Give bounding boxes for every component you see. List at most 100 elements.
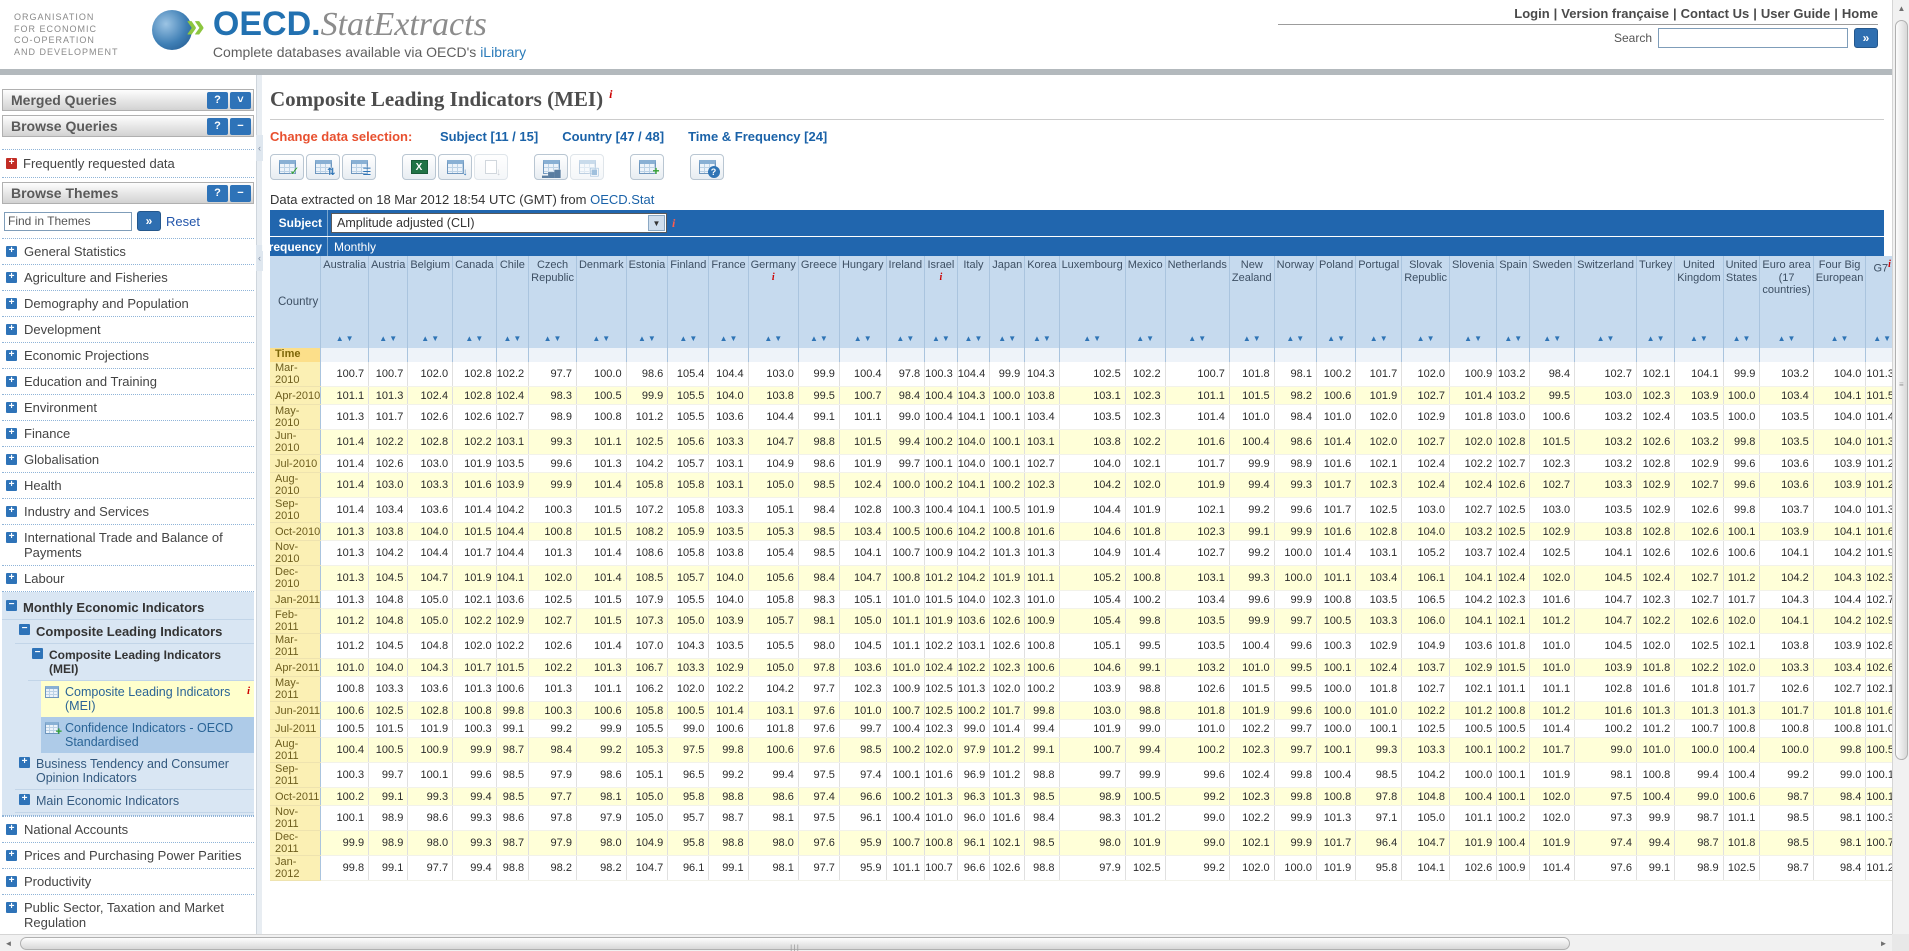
collapse-minus-icon[interactable]: − bbox=[19, 624, 30, 635]
browse-themes-collapse-button[interactable]: − bbox=[230, 185, 251, 202]
nav-link-user-guide[interactable]: User Guide bbox=[1761, 6, 1830, 21]
col-header-g7[interactable]: G7i bbox=[1866, 256, 1892, 328]
col-header-turkey[interactable]: Turkey bbox=[1636, 256, 1674, 328]
sidebar-item-public-sector-taxation-and-market-regulation[interactable]: +Public Sector, Taxation and Market Regu… bbox=[2, 895, 254, 934]
sidebar-item-health[interactable]: +Health bbox=[2, 473, 254, 499]
horizontal-scrollbar-thumb[interactable]: ||| bbox=[20, 937, 1570, 950]
sort-ascending-button[interactable]: ▲ bbox=[1689, 334, 1699, 343]
merged-queries-expand-button[interactable]: ˅ bbox=[230, 92, 251, 109]
sort-descending-button[interactable]: ▼ bbox=[388, 334, 398, 343]
info-icon[interactable]: i bbox=[772, 272, 775, 283]
horizontal-scrollbar[interactable]: ◄ ||| ► bbox=[0, 934, 1892, 951]
business-tendency-label[interactable]: Business Tendency and Consumer Opinion I… bbox=[36, 757, 250, 785]
sort-descending-button[interactable]: ▼ bbox=[905, 334, 915, 343]
col-header-canada[interactable]: Canada bbox=[453, 256, 497, 328]
expand-plus-icon[interactable]: + bbox=[6, 824, 17, 835]
col-header-slovak-republic[interactable]: Slovak Republic bbox=[1402, 256, 1450, 328]
nav-link-contact-us[interactable]: Contact Us bbox=[1681, 6, 1750, 21]
search-go-button[interactable]: » bbox=[1854, 28, 1878, 48]
subject-select[interactable]: Amplitude adjusted (CLI) ▼ bbox=[331, 213, 667, 233]
dropdown-arrow-icon[interactable]: ▼ bbox=[648, 215, 665, 231]
table-help-button[interactable]: ? bbox=[690, 154, 724, 180]
sort-descending-button[interactable]: ▼ bbox=[512, 334, 522, 343]
selection-link-country[interactable]: Country [47 / 48] bbox=[562, 129, 664, 144]
sort-ascending-button[interactable]: ▲ bbox=[1646, 334, 1656, 343]
sidebar-item-environment[interactable]: +Environment bbox=[2, 395, 254, 421]
browse-themes-help-button[interactable]: ? bbox=[207, 185, 228, 202]
sidebar-item-industry-and-services[interactable]: +Industry and Services bbox=[2, 499, 254, 525]
sort-ascending-button[interactable]: ▲ bbox=[335, 334, 345, 343]
info-icon[interactable]: i bbox=[672, 216, 675, 231]
search-input[interactable] bbox=[1658, 28, 1848, 48]
sort-descending-button[interactable]: ▼ bbox=[973, 334, 983, 343]
col-header-united-states[interactable]: United States bbox=[1723, 256, 1760, 328]
sort-descending-button[interactable]: ▼ bbox=[601, 334, 611, 343]
sort-descending-button[interactable]: ▼ bbox=[1840, 334, 1850, 343]
rearrange-table-button[interactable]: ⇅ bbox=[306, 154, 340, 180]
col-header-finland[interactable]: Finland bbox=[668, 256, 709, 328]
sidebar-item-education-and-training[interactable]: +Education and Training bbox=[2, 369, 254, 395]
sidebar-item-national-accounts[interactable]: +National Accounts bbox=[2, 816, 254, 843]
expand-plus-icon[interactable]: + bbox=[6, 902, 17, 913]
sort-ascending-button[interactable]: ▲ bbox=[1732, 334, 1742, 343]
sort-ascending-button[interactable]: ▲ bbox=[1187, 334, 1197, 343]
sort-ascending-button[interactable]: ▲ bbox=[895, 334, 905, 343]
col-header-four-big-european[interactable]: Four Big European bbox=[1813, 256, 1866, 328]
col-header-united-kingdom[interactable]: United Kingdom bbox=[1675, 256, 1723, 328]
sidebar-item-composite-leading-indicators[interactable]: − Composite Leading Indicators bbox=[15, 620, 254, 644]
sort-ascending-button[interactable]: ▲ bbox=[1872, 334, 1882, 343]
selection-link-subject[interactable]: Subject [11 / 15] bbox=[440, 129, 538, 144]
sidebar-item-labour[interactable]: +Labour bbox=[2, 566, 254, 592]
sort-ascending-button[interactable]: ▲ bbox=[591, 334, 601, 343]
col-header-austria[interactable]: Austria bbox=[369, 256, 408, 328]
sort-ascending-button[interactable]: ▲ bbox=[1369, 334, 1379, 343]
scroll-right-arrow-icon[interactable]: ► bbox=[1875, 935, 1892, 951]
apply-selection-button[interactable]: ✓ bbox=[270, 154, 304, 180]
sort-descending-button[interactable]: ▼ bbox=[1295, 334, 1305, 343]
expand-plus-icon[interactable]: + bbox=[6, 573, 17, 584]
sidebar-item-agriculture-and-fisheries[interactable]: +Agriculture and Fisheries bbox=[2, 265, 254, 291]
sidebar-item-business-tendency-and-consumer-opinion-indicators[interactable]: + Business Tendency and Consumer Opinion… bbox=[15, 753, 254, 790]
info-icon[interactable]: i bbox=[609, 87, 612, 101]
sort-descending-button[interactable]: ▼ bbox=[1007, 334, 1017, 343]
col-header-portugal[interactable]: Portugal bbox=[1356, 256, 1402, 328]
sort-descending-button[interactable]: ▼ bbox=[1882, 334, 1892, 343]
sort-descending-button[interactable]: ▼ bbox=[1145, 334, 1155, 343]
add-table-button[interactable]: + bbox=[630, 154, 664, 180]
expand-plus-icon[interactable]: + bbox=[6, 246, 17, 257]
col-header-hungary[interactable]: Hungary bbox=[839, 256, 886, 328]
composite-leading-indicators-mei-group-label[interactable]: Composite Leading Indicators (MEI) bbox=[49, 648, 250, 676]
sort-descending-button[interactable]: ▼ bbox=[1699, 334, 1709, 343]
browse-queries-collapse-button[interactable]: − bbox=[230, 118, 251, 135]
expand-plus-icon[interactable]: + bbox=[6, 850, 17, 861]
sort-descending-button[interactable]: ▼ bbox=[1197, 334, 1207, 343]
col-header-italy[interactable]: Italy bbox=[957, 256, 990, 328]
col-header-slovenia[interactable]: Slovenia bbox=[1450, 256, 1497, 328]
sort-descending-button[interactable]: ▼ bbox=[1656, 334, 1666, 343]
col-header-new-zealand[interactable]: New Zealand bbox=[1229, 256, 1274, 328]
sort-ascending-button[interactable]: ▲ bbox=[1503, 334, 1513, 343]
expand-plus-icon[interactable]: + bbox=[19, 794, 30, 805]
col-header-belgium[interactable]: Belgium bbox=[408, 256, 453, 328]
sort-ascending-button[interactable]: ▲ bbox=[997, 334, 1007, 343]
sidebar-item-prices-and-purchasing-power-parities[interactable]: +Prices and Purchasing Power Parities bbox=[2, 843, 254, 869]
vertical-scrollbar-thumb[interactable]: ≡ bbox=[1895, 20, 1908, 760]
expand-plus-icon[interactable]: + bbox=[6, 506, 17, 517]
sort-descending-button[interactable]: ▼ bbox=[1379, 334, 1389, 343]
sort-descending-button[interactable]: ▼ bbox=[688, 334, 698, 343]
col-header-norway[interactable]: Norway bbox=[1274, 256, 1316, 328]
sort-descending-button[interactable]: ▼ bbox=[345, 334, 355, 343]
col-header-denmark[interactable]: Denmark bbox=[576, 256, 626, 328]
sidebar-item-confidence-indicators-oecd-standardised[interactable]: + Confidence Indicators - OECD Standardi… bbox=[41, 717, 254, 753]
col-header-australia[interactable]: Australia bbox=[321, 256, 369, 328]
browse-queries-help-button[interactable]: ? bbox=[207, 118, 228, 135]
main-economic-indicators-label[interactable]: Main Economic Indicators bbox=[36, 794, 179, 808]
collapse-minus-icon[interactable]: − bbox=[32, 648, 43, 659]
col-header-switzerland[interactable]: Switzerland bbox=[1575, 256, 1637, 328]
col-header-ireland[interactable]: Ireland bbox=[886, 256, 925, 328]
browse-themes-header[interactable]: Browse Themes ? − bbox=[2, 182, 254, 204]
sort-ascending-button[interactable]: ▲ bbox=[1542, 334, 1552, 343]
sort-descending-button[interactable]: ▼ bbox=[1606, 334, 1616, 343]
sidebar-item-demography-and-population[interactable]: +Demography and Population bbox=[2, 291, 254, 317]
sort-ascending-button[interactable]: ▲ bbox=[763, 334, 773, 343]
